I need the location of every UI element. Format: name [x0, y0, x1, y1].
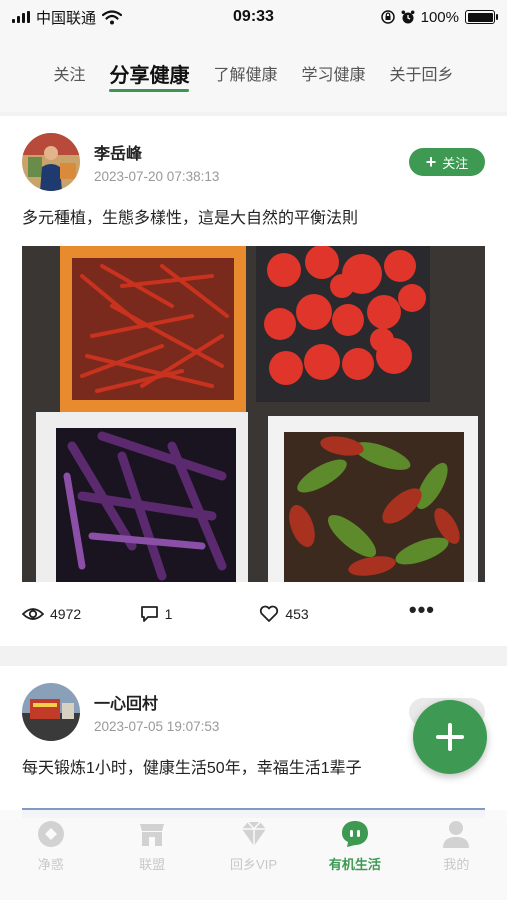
avatar[interactable] — [22, 683, 80, 741]
tab-follow[interactable]: 关注 — [41, 34, 97, 112]
carrier-label: 中国联通 — [36, 9, 97, 27]
comment-icon — [140, 606, 158, 622]
avatar[interactable] — [22, 133, 80, 191]
author-name[interactable]: 李岳峰 — [94, 140, 409, 164]
post-timestamp: 2023-07-20 07:38:13 — [94, 169, 220, 184]
diamond-icon — [241, 821, 266, 846]
eye-icon — [22, 608, 44, 620]
nav-item-mine[interactable]: 我的 — [406, 810, 507, 900]
alarm-icon — [401, 10, 415, 24]
nav-label: 净惑 — [37, 857, 64, 872]
follow-label: 关注 — [442, 155, 469, 171]
chat-bubble-icon — [341, 821, 368, 847]
store-icon — [140, 824, 165, 846]
plus-icon: + — [425, 152, 437, 172]
tab-learn-about-health[interactable]: 了解健康 — [201, 34, 289, 112]
post-image[interactable] — [22, 246, 485, 582]
tab-share-health[interactable]: 分享健康 — [97, 34, 201, 112]
signal-icon — [12, 11, 30, 23]
post-text: 每天锻炼1小时，健康生活50年，幸福生活1辈子 — [22, 760, 362, 777]
shield-icon — [37, 821, 64, 847]
person-icon — [443, 821, 470, 848]
view-count-value: 4972 — [50, 606, 82, 622]
nav-item-alliance[interactable]: 联盟 — [101, 810, 202, 900]
status-bar: 中国联通 09:33 100% — [0, 0, 507, 34]
more-options-icon[interactable]: ••• — [409, 599, 435, 623]
category-tabs: 关注 分享健康 了解健康 学习健康 关于回乡 — [0, 34, 507, 112]
author-name[interactable]: 一心回村 — [94, 690, 409, 714]
nav-item-vip[interactable]: 回乡VIP — [203, 810, 304, 900]
nav-label: 联盟 — [139, 857, 166, 872]
battery-icon — [465, 10, 498, 24]
post-text: 多元種植，生態多樣性，這是大自然的平衡法則 — [22, 210, 359, 227]
tab-about-huixiang[interactable]: 关于回乡 — [378, 34, 466, 112]
post-card: 李岳峰 2023-07-20 07:38:13 + 关注 多元種植，生態多樣性，… — [0, 116, 507, 646]
comment-button[interactable]: 1 — [140, 605, 260, 623]
battery-percent: 100% — [420, 8, 459, 26]
heart-icon — [260, 605, 279, 622]
nav-item-organic-life[interactable]: 有机生活 — [304, 810, 405, 900]
bottom-nav: 净惑 联盟 回乡VIP 有机生活 我的 — [0, 810, 507, 900]
nav-item-jinghuo[interactable]: 净惑 — [0, 810, 101, 900]
follow-button[interactable]: + 关注 — [409, 148, 485, 176]
nav-label: 我的 — [443, 857, 470, 872]
rotation-lock-icon — [380, 10, 395, 24]
view-count: 4972 — [22, 606, 140, 622]
plus-icon — [436, 723, 464, 751]
create-post-button[interactable] — [413, 700, 487, 774]
nav-label: 回乡VIP — [230, 857, 277, 872]
tab-study-health[interactable]: 学习健康 — [290, 34, 378, 112]
wifi-icon — [102, 9, 123, 24]
comment-count: 1 — [164, 606, 173, 622]
nav-label: 有机生活 — [328, 857, 381, 872]
post-timestamp: 2023-07-05 19:07:53 — [94, 719, 220, 734]
like-button[interactable]: 453 — [259, 605, 409, 623]
like-count: 453 — [285, 606, 309, 622]
